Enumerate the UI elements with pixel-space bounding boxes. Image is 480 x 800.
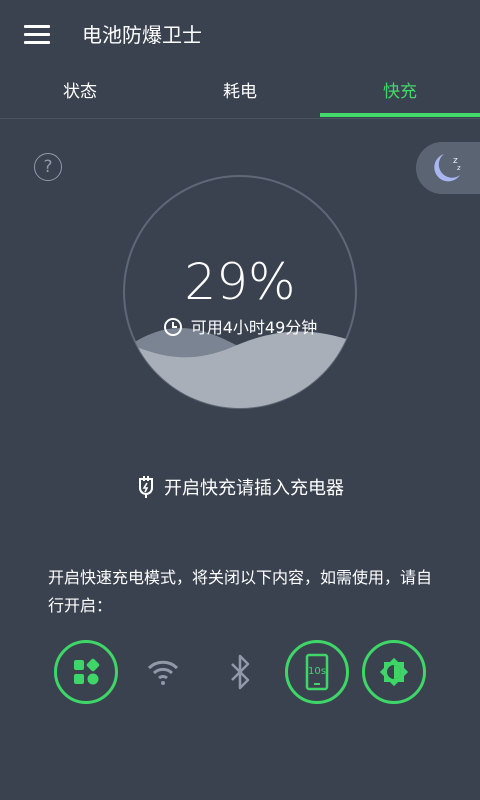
apps-icon bbox=[74, 658, 100, 685]
sleep-mode-button[interactable]: z z bbox=[416, 142, 480, 194]
wifi-toggle[interactable] bbox=[131, 640, 195, 704]
tab-status[interactable]: 状态 bbox=[0, 70, 160, 118]
tab-fast-charge[interactable]: 快充 bbox=[320, 70, 480, 118]
svg-text:z: z bbox=[457, 164, 461, 172]
fast-charge-notice: 开启快速充电模式，将关闭以下内容，如需使用，请自行开启： bbox=[48, 568, 433, 615]
apps-toggle[interactable] bbox=[54, 640, 118, 704]
plug-icon bbox=[139, 476, 153, 498]
charge-prompt: 开启快充请插入充电器 bbox=[0, 475, 480, 503]
tab-consumption[interactable]: 耗电 bbox=[160, 70, 320, 118]
bluetooth-icon bbox=[231, 654, 250, 690]
moon-sleep-icon: z z bbox=[434, 154, 461, 182]
help-icon[interactable]: ? bbox=[34, 153, 62, 181]
wifi-icon bbox=[147, 660, 179, 685]
tab-bar: 状态 耗电 快充 bbox=[0, 70, 480, 119]
screen-timeout-toggle[interactable]: 10s bbox=[285, 640, 349, 704]
app-title: 电池防爆卫士 bbox=[82, 23, 202, 47]
menu-icon[interactable] bbox=[24, 25, 50, 45]
screen-timeout-label: 10s bbox=[308, 666, 326, 677]
clock-icon bbox=[163, 318, 182, 336]
screen-timeout-icon: 10s bbox=[305, 653, 329, 691]
charge-prompt-text: 开启快充请插入充电器 bbox=[164, 478, 344, 499]
battery-percentage: 29% bbox=[184, 253, 296, 311]
brightness-toggle[interactable] bbox=[362, 640, 426, 704]
bluetooth-toggle[interactable] bbox=[208, 640, 272, 704]
app-bar: 电池防爆卫士 bbox=[0, 0, 480, 70]
brightness-icon bbox=[379, 657, 409, 687]
active-tab-indicator bbox=[320, 113, 480, 117]
remaining-time: 可用4小时49分钟 bbox=[120, 316, 360, 340]
remaining-time-text: 可用4小时49分钟 bbox=[190, 318, 318, 337]
